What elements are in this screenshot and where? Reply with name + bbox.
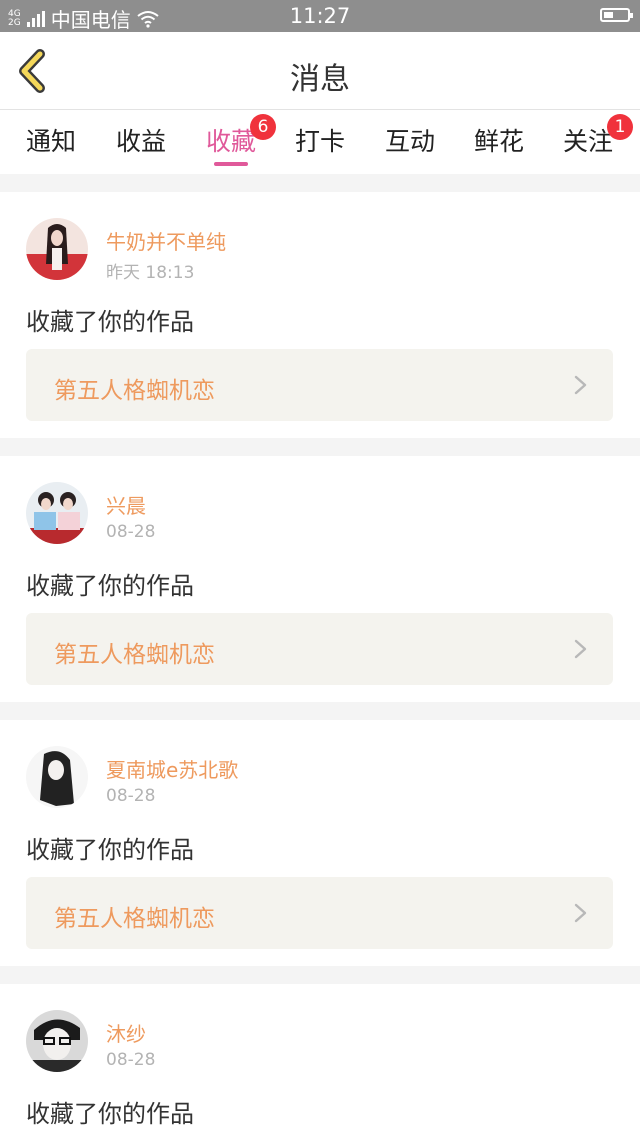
tab-bar: 通知 收益 收藏 6 打卡 互动 鲜花 关注 1 [0, 110, 640, 174]
avatar[interactable] [26, 218, 88, 280]
tab-flowers[interactable]: 鲜花 [474, 122, 524, 158]
message-card: 牛奶并不单纯 昨天 18:13 收藏了你的作品 第五人格蜘机恋 [0, 192, 640, 438]
status-bar: 4G 2G 中国电信 11:27 [0, 0, 640, 32]
message-time: 08-28 [106, 786, 156, 806]
message-card: 夏南城e苏北歌 08-28 收藏了你的作品 第五人格蜘机恋 [0, 720, 640, 966]
tab-favorites[interactable]: 收藏 6 [206, 114, 276, 166]
tab-badge: 6 [250, 114, 276, 140]
work-link[interactable]: 第五人格蜘机恋 [26, 613, 613, 685]
message-card: 沐纱 08-28 收藏了你的作品 [0, 984, 640, 1138]
work-link[interactable]: 第五人格蜘机恋 [26, 349, 613, 421]
user-name[interactable]: 牛奶并不单纯 [106, 226, 226, 255]
message-text: 收藏了你的作品 [26, 572, 194, 600]
avatar[interactable] [26, 746, 88, 808]
work-title: 第五人格蜘机恋 [54, 642, 215, 668]
title-bar: 消息 [0, 32, 640, 110]
message-text: 收藏了你的作品 [26, 308, 194, 336]
message-time: 08-28 [106, 1050, 156, 1070]
chevron-right-icon [574, 639, 587, 659]
tab-badge: 1 [607, 114, 633, 140]
user-name[interactable]: 夏南城e苏北歌 [106, 754, 238, 783]
tab-checkin[interactable]: 打卡 [295, 122, 345, 158]
work-title: 第五人格蜘机恋 [54, 906, 215, 932]
tab-income[interactable]: 收益 [116, 122, 166, 158]
work-title: 第五人格蜘机恋 [54, 378, 215, 404]
message-text: 收藏了你的作品 [26, 836, 194, 864]
message-text: 收藏了你的作品 [26, 1100, 194, 1128]
clock: 11:27 [289, 4, 351, 28]
message-time: 昨天 18:13 [106, 263, 195, 283]
user-name[interactable]: 沐纱 [106, 1018, 146, 1047]
message-time: 08-28 [106, 522, 156, 542]
user-name[interactable]: 兴晨 [106, 490, 146, 519]
chevron-right-icon [574, 375, 587, 395]
tab-interaction[interactable]: 互动 [385, 122, 435, 158]
chevron-right-icon [574, 903, 587, 923]
active-tab-indicator [214, 162, 249, 166]
avatar[interactable] [26, 1010, 88, 1072]
message-card: 兴晨 08-28 收藏了你的作品 第五人格蜘机恋 [0, 456, 640, 702]
avatar[interactable] [26, 482, 88, 544]
tab-notify[interactable]: 通知 [26, 122, 76, 158]
tab-follow[interactable]: 关注 1 [563, 114, 633, 158]
battery-icon [600, 8, 633, 22]
work-link[interactable]: 第五人格蜘机恋 [26, 877, 613, 949]
page-title: 消息 [290, 62, 350, 97]
